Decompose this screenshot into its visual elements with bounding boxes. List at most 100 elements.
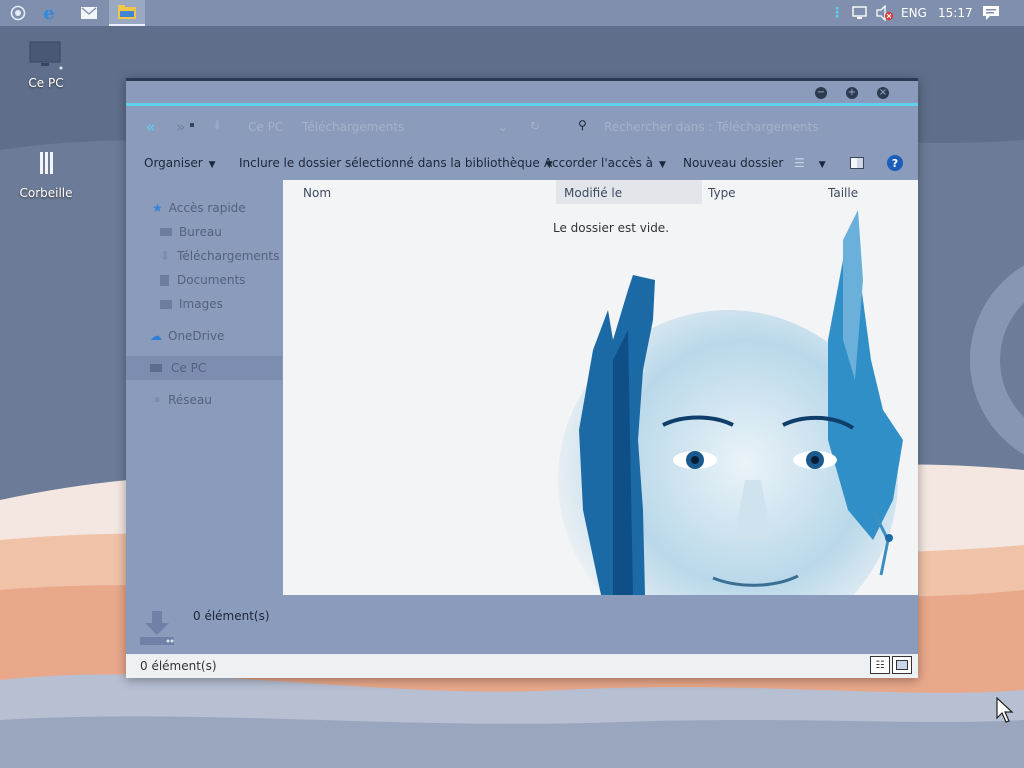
details-item-count: 0 élément(s)	[193, 609, 270, 623]
tray-language[interactable]: ENG	[901, 0, 927, 26]
share-menu[interactable]: Accorder l'accès à ▼	[544, 156, 666, 170]
breadcrumb-downloads[interactable]: Téléchargements	[302, 120, 404, 134]
network-icon: ▪	[154, 395, 161, 405]
column-header-modified[interactable]: Modifié le	[564, 186, 622, 200]
details-view-button[interactable]: ☷	[870, 656, 890, 674]
taskbar-edge[interactable]: e	[31, 0, 67, 26]
back-button[interactable]: «	[146, 118, 155, 136]
file-explorer-window: − + × « » ⬇ Ce PC Téléchargements ⌄ ↻ ⚲ …	[126, 78, 918, 678]
more-icon: ⋮	[830, 5, 844, 21]
recycle-bin-icon	[29, 150, 63, 180]
refresh-button[interactable]: ↻	[530, 119, 540, 133]
breadcrumb-this-pc[interactable]: Ce PC	[248, 120, 283, 134]
computer-icon	[29, 40, 63, 70]
maximize-icon: +	[847, 87, 857, 98]
nav-images[interactable]: Images	[126, 292, 282, 316]
nav-label: Réseau	[168, 393, 212, 407]
column-header-type[interactable]: Type	[708, 186, 736, 200]
tray-overflow[interactable]: ⋮	[830, 0, 844, 26]
nav-label: Accès rapide	[168, 201, 246, 215]
nav-downloads[interactable]: ⬇ Téléchargements	[126, 244, 282, 268]
forward-icon: »	[176, 118, 186, 136]
nav-desktop[interactable]: Bureau	[126, 220, 282, 244]
nav-onedrive[interactable]: ☁ OneDrive	[126, 324, 282, 348]
close-icon: ×	[878, 87, 888, 98]
desktop-icon-label: Corbeille	[19, 186, 73, 200]
nav-label: Téléchargements	[177, 249, 280, 263]
search-input[interactable]: Rechercher dans : Téléchargements	[604, 120, 819, 134]
start-icon	[10, 5, 26, 21]
close-button[interactable]: ×	[877, 87, 889, 99]
nav-label: Ce PC	[171, 361, 207, 375]
nav-quick-access[interactable]: ★ Accès rapide	[126, 196, 282, 220]
taskbar-file-explorer[interactable]	[109, 0, 145, 26]
tray-notifications[interactable]	[982, 0, 1000, 26]
status-bar: 0 élément(s) ☷	[126, 654, 918, 678]
command-bar: Organiser ▼ Inclure le dossier sélectionn…	[126, 150, 918, 178]
computer-icon	[150, 364, 162, 372]
navigation-pane: ★ Accès rapide Bureau ⬇ Téléchargements Do…	[126, 180, 282, 594]
document-icon	[160, 274, 169, 286]
notification-icon	[983, 6, 999, 20]
include-label: Inclure le dossier sélectionné dans la b…	[239, 156, 540, 170]
download-arrow-icon: ⬇	[212, 118, 223, 132]
clock-time: 15:17	[938, 6, 973, 20]
nav-documents[interactable]: Documents	[126, 268, 282, 292]
organize-menu[interactable]: Organiser ▼	[144, 156, 216, 170]
column-header-name[interactable]: Nom	[303, 186, 331, 200]
forward-button[interactable]: »	[176, 118, 185, 136]
search-icon: ⚲	[578, 118, 587, 132]
include-in-library-menu[interactable]: Inclure le dossier sélectionné dans la b…	[239, 156, 553, 170]
desktop-icon-recycle-bin[interactable]: Corbeille	[16, 150, 76, 200]
nav-network[interactable]: ▪ Réseau	[126, 388, 282, 412]
minimize-button[interactable]: −	[815, 87, 827, 99]
nav-label: OneDrive	[168, 329, 225, 343]
preview-pane-button[interactable]	[850, 157, 864, 172]
new-folder-label: Nouveau dossier	[683, 156, 784, 170]
volume-muted-icon	[876, 5, 893, 21]
address-row: « » ⬇ Ce PC Téléchargements ⌄ ↻ ⚲ Recher…	[126, 114, 918, 140]
help-icon: ?	[887, 155, 903, 171]
maximize-button[interactable]: +	[846, 87, 858, 99]
up-button[interactable]: ⬇	[212, 118, 222, 132]
view-list-icon: ☰	[794, 156, 805, 170]
help-button[interactable]: ?	[887, 155, 903, 174]
mail-icon	[81, 7, 97, 19]
svg-text:?: ?	[892, 157, 898, 170]
edge-icon: e	[43, 2, 55, 24]
file-list-area[interactable]: ˇ Nom Modifié le Type Taille Le dossier …	[283, 180, 918, 595]
address-dropdown[interactable]: ⌄	[498, 120, 508, 134]
title-bar[interactable]: − + ×	[126, 81, 918, 103]
downloads-folder-icon	[140, 611, 174, 645]
network-icon	[852, 6, 867, 19]
tray-clock[interactable]: 15:17	[938, 0, 973, 26]
back-icon: «	[146, 118, 156, 136]
empty-folder-message: Le dossier est vide.	[553, 221, 670, 235]
taskbar: e ⋮ ENG 15:17	[0, 0, 1024, 26]
caret-down-icon: ▼	[208, 160, 216, 170]
organize-label: Organiser	[144, 156, 203, 170]
caret-down-icon: ▼	[818, 160, 826, 170]
nav-this-pc[interactable]: Ce PC	[126, 356, 282, 380]
minimize-icon: −	[816, 87, 826, 98]
new-folder-button[interactable]: Nouveau dossier	[683, 156, 783, 170]
view-options-button[interactable]: ☰ ▼	[794, 156, 826, 170]
taskbar-mail[interactable]	[71, 0, 107, 26]
nav-label: Bureau	[179, 225, 222, 239]
refresh-icon: ↻	[530, 119, 541, 133]
desktop-folder-icon	[160, 228, 172, 236]
status-item-count: 0 élément(s)	[140, 659, 217, 673]
recent-locations-button[interactable]	[190, 123, 194, 127]
tray-volume[interactable]	[876, 0, 894, 26]
column-header-size[interactable]: Taille	[828, 186, 858, 200]
desktop-icon-this-pc[interactable]: Ce PC	[16, 40, 76, 90]
large-icons-view-icon	[896, 660, 908, 670]
nav-label: Documents	[177, 273, 246, 287]
nav-label: Images	[179, 297, 223, 311]
preview-pane-icon	[850, 157, 864, 169]
chevron-down-icon: ⌄	[498, 120, 509, 134]
large-icons-view-button[interactable]	[892, 656, 912, 674]
share-label: Accorder l'accès à	[544, 156, 653, 170]
language-label: ENG	[901, 6, 927, 20]
tray-network[interactable]	[852, 0, 868, 26]
